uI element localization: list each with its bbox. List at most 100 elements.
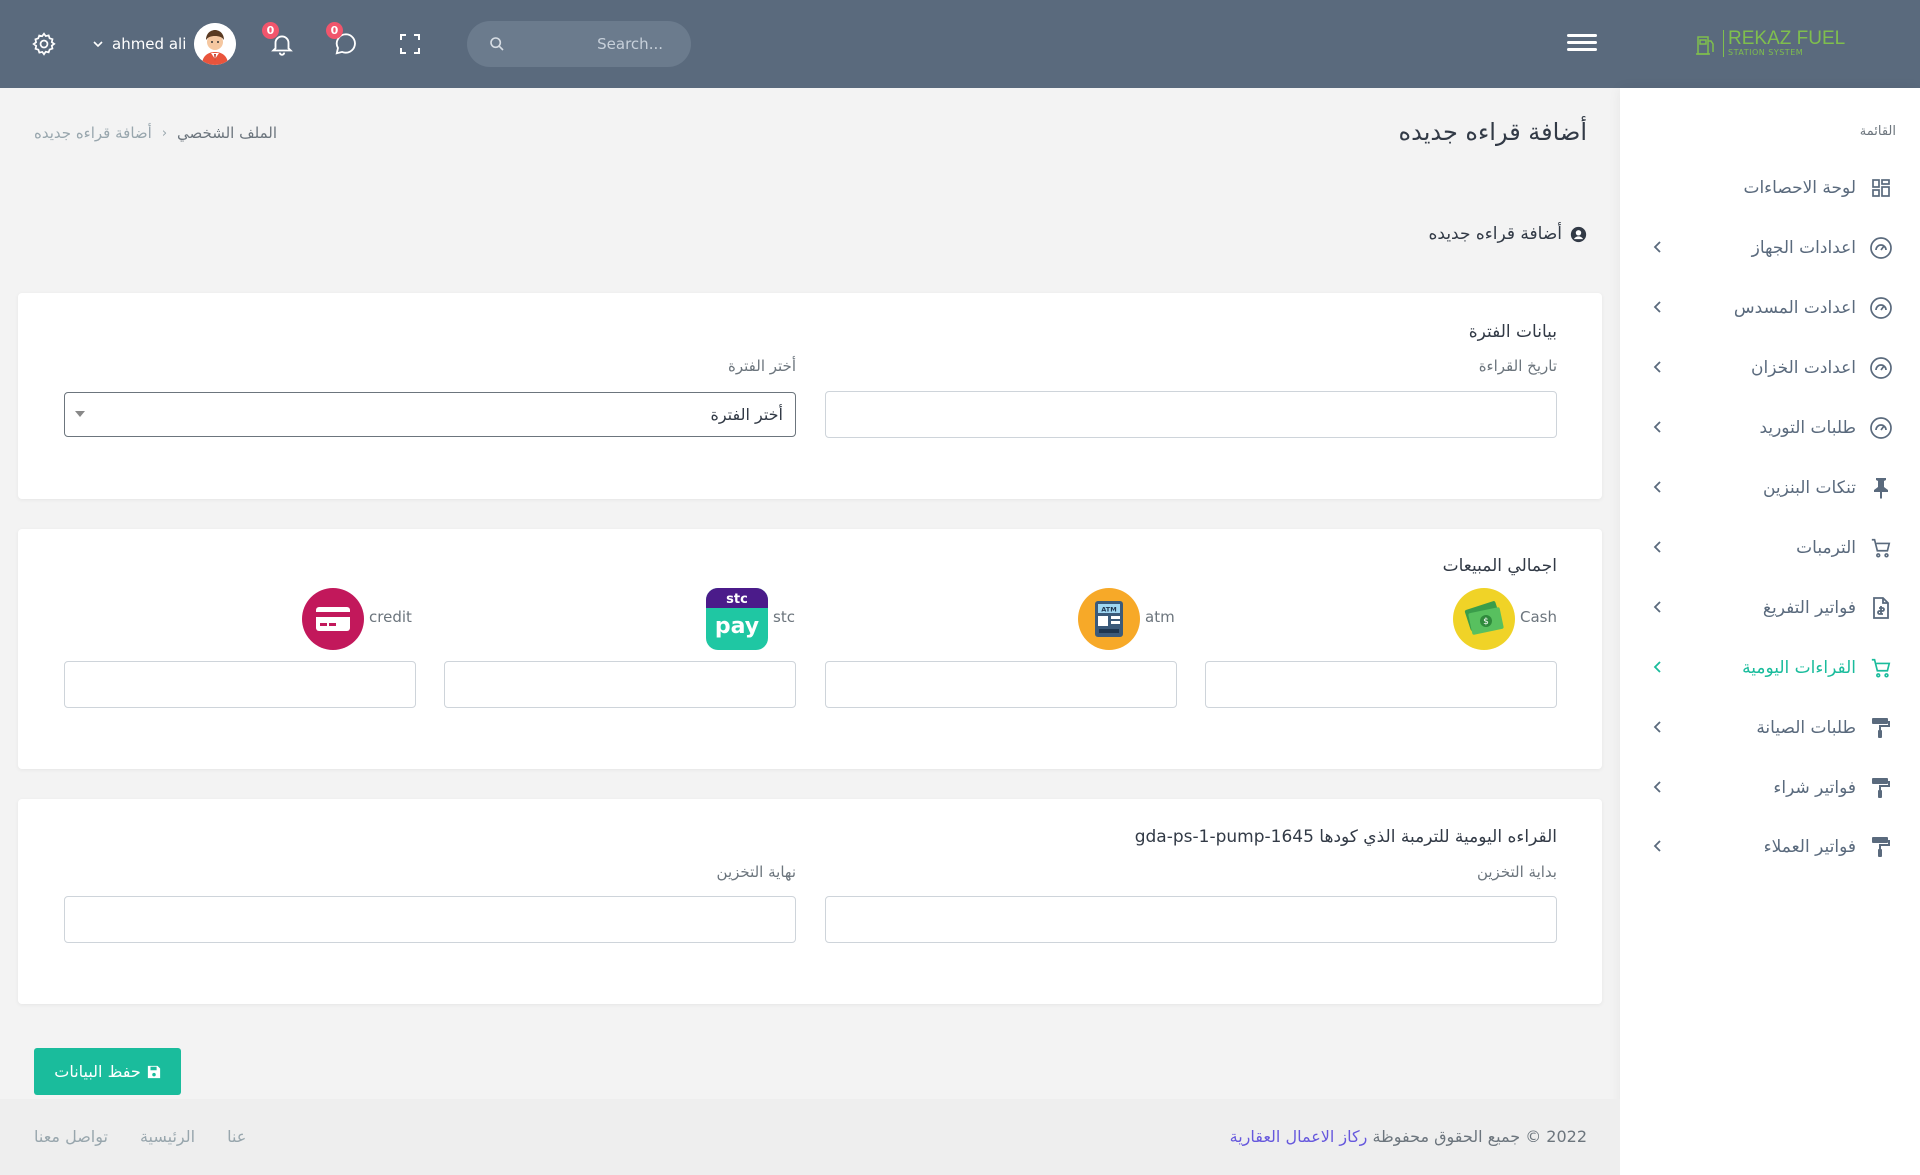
storage-start-label: بداية التخزين [1476, 863, 1557, 881]
search-input[interactable] [523, 35, 663, 53]
sidebar-item-label: فواتير شراء [1773, 778, 1856, 798]
menu-toggle-button[interactable] [1567, 30, 1597, 56]
breadcrumb-parent-link[interactable]: الملف الشخصي [177, 124, 277, 142]
user-name: ahmed ali [112, 35, 187, 53]
floppy-disk-icon [147, 1065, 160, 1078]
sidebar-menu-title: القائمة [1859, 124, 1896, 139]
sidebar-item-tank-settings[interactable]: اعدادت الخزان [1620, 343, 1920, 393]
chevron-left-icon [1653, 301, 1661, 313]
sidebar-item-dashboard[interactable]: لوحة الاحصاءات [1620, 163, 1920, 213]
sidebar-item-device-settings[interactable]: اعدادات الجهاز [1620, 223, 1920, 273]
footer-link-about[interactable]: عنا [227, 1127, 246, 1146]
caret-down-icon [75, 411, 85, 417]
chevron-down-icon [93, 41, 103, 48]
invoice-icon [1868, 595, 1894, 621]
credit-amount-input[interactable] [64, 661, 416, 708]
storage-end-input[interactable] [64, 896, 796, 943]
footer-links: عنا الرئيسية تواصل معنا [34, 1127, 246, 1146]
sidebar-item-label: طلبات التوريد [1759, 418, 1856, 438]
notifications-button[interactable]: 0 [260, 22, 304, 66]
period-select-label: أختر الفترة [728, 357, 796, 375]
sidebar-item-label: تنكات البنزين [1762, 478, 1856, 498]
chevron-left-icon [1653, 781, 1661, 793]
footer: 2022 © جميع الحقوق محفوظة ركاز الاعمال ا… [0, 1099, 1620, 1175]
save-button-label: حفظ البيانات [54, 1062, 141, 1081]
atm-icon: ATM [1078, 588, 1140, 650]
fuel-pump-icon [1696, 35, 1714, 55]
storage-start-input[interactable] [825, 896, 1557, 943]
sidebar-item-unloading-invoices[interactable]: فواتير التفريغ [1620, 583, 1920, 633]
storage-end-label: نهاية التخزين [716, 863, 796, 881]
period-select-value: أختر الفترة [710, 405, 783, 424]
atm-icon-text: ATM [1101, 606, 1116, 614]
stc-label: stc [773, 608, 795, 626]
reading-date-label: تاريخ القراءة [1478, 357, 1557, 375]
breadcrumb-current: أضافة قراءه جديده [34, 124, 152, 142]
cash-amount-input[interactable] [1205, 661, 1557, 708]
credit-card-icon [302, 588, 364, 650]
messages-button[interactable]: 0 [324, 22, 368, 66]
logo-subtitle: STATION SYSTEM [1728, 48, 1804, 57]
sidebar-item-label: فواتير العملاء [1763, 837, 1856, 857]
gauge-icon [1868, 415, 1894, 441]
sidebar-item-customer-invoices[interactable]: فواتير العملاء [1620, 822, 1920, 872]
gauge-icon [1868, 235, 1894, 261]
sidebar-item-label: لوحة الاحصاءات [1743, 178, 1856, 198]
notifications-badge: 0 [262, 22, 279, 39]
paint-roller-icon [1868, 834, 1894, 860]
sales-card-title: اجمالي المبيعات [1442, 556, 1557, 576]
search-icon [490, 37, 504, 51]
sidebar-item-label: اعدادات الجهاز [1751, 238, 1856, 258]
footer-link-home[interactable]: الرئيسية [140, 1127, 195, 1146]
cash-label: Cash [1520, 608, 1557, 626]
messages-badge: 0 [326, 22, 343, 39]
stc-icon-bottom-text: pay [715, 614, 759, 639]
period-card-title: بيانات الفترة [1468, 322, 1557, 342]
user-circle-icon [1570, 226, 1587, 242]
sidebar-item-label: القراءات اليومية [1742, 658, 1856, 678]
credit-label: credit [369, 608, 412, 626]
section-heading-text: أضافة قراءه جديده [1428, 224, 1562, 244]
settings-gear-button[interactable] [22, 22, 66, 66]
chevron-left-icon [1653, 661, 1661, 673]
sidebar-item-maintenance-requests[interactable]: طلبات الصيانة [1620, 703, 1920, 753]
stc-pay-icon: stc pay [706, 588, 768, 650]
search-box [467, 21, 691, 67]
sidebar-item-purchase-invoices[interactable]: فواتير شراء [1620, 763, 1920, 813]
sidebar-item-pumps[interactable]: الترمبات [1620, 523, 1920, 573]
chevron-left-icon [1653, 361, 1661, 373]
cart-icon [1868, 535, 1894, 561]
atm-amount-input[interactable] [825, 661, 1177, 708]
footer-link-contact[interactable]: تواصل معنا [34, 1127, 108, 1146]
chevron-left-icon [1653, 840, 1661, 852]
section-heading: أضافة قراءه جديده [1428, 224, 1587, 244]
save-data-button[interactable]: حفظ البيانات [34, 1048, 181, 1095]
sidebar-item-daily-readings[interactable]: القراءات اليومية [1620, 643, 1920, 693]
total-sales-card: اجمالي المبيعات Cash $ atm ATM stc stc p… [18, 529, 1602, 769]
copyright-text: 2022 © جميع الحقوق محفوظة [1372, 1127, 1587, 1146]
pump-reading-card: القراءه اليومية للترمبة الذي كودها gda-p… [18, 799, 1602, 1004]
company-link[interactable]: ركاز الاعمال العقارية [1230, 1127, 1368, 1146]
sidebar: القائمة لوحة الاحصاءات اعدادات الجهاز اع… [1620, 88, 1920, 1175]
breadcrumb-separator-icon: › [161, 125, 168, 141]
chevron-left-icon [1653, 721, 1661, 733]
gauge-icon [1868, 355, 1894, 381]
sidebar-item-fuel-tanks[interactable]: تنكات البنزين [1620, 463, 1920, 513]
sidebar-item-supply-requests[interactable]: طلبات التوريد [1620, 403, 1920, 453]
sidebar-item-label: الترمبات [1796, 538, 1856, 558]
user-menu-dropdown[interactable]: ahmed ali [92, 22, 237, 66]
sidebar-item-label: طلبات الصيانة [1756, 718, 1856, 738]
gear-icon [32, 32, 56, 56]
paint-roller-icon [1868, 715, 1894, 741]
fullscreen-button[interactable] [388, 22, 432, 66]
avatar [194, 23, 237, 65]
reading-date-input[interactable] [825, 391, 1557, 438]
cart-icon [1868, 655, 1894, 681]
sidebar-item-nozzle-settings[interactable]: اعدادت المسدس [1620, 283, 1920, 333]
stc-amount-input[interactable] [444, 661, 796, 708]
chevron-left-icon [1653, 541, 1661, 553]
chevron-left-icon [1653, 241, 1661, 253]
fullscreen-icon [400, 34, 420, 54]
period-select[interactable]: أختر الفترة [64, 392, 796, 437]
footer-copyright: 2022 © جميع الحقوق محفوظة ركاز الاعمال ا… [1230, 1127, 1587, 1146]
